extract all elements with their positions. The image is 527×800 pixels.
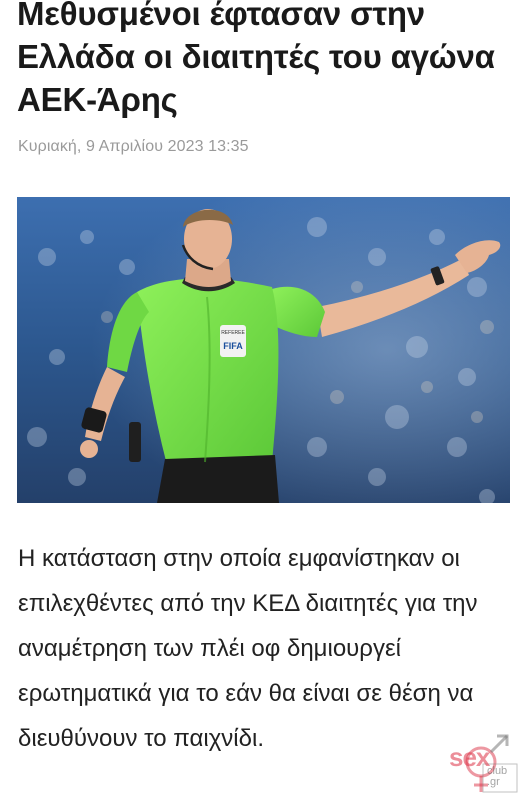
referee-photo: REFEREE FIFA bbox=[17, 197, 510, 503]
watermark-sub: club .gr bbox=[487, 766, 507, 788]
article-date: Κυριακή, 9 Απριλίου 2023 13:35 bbox=[18, 138, 249, 155]
article-photo: REFEREE FIFA bbox=[17, 197, 510, 503]
badge-fifa-text: FIFA bbox=[223, 341, 243, 351]
badge-top-text: REFEREE bbox=[221, 330, 245, 336]
site-watermark: sex club .gr bbox=[441, 726, 519, 796]
article: Μεθυσμένοι έφτασαν στην Ελλάδα οι διαιτη… bbox=[0, 0, 527, 800]
watermark-sub-line2: .gr bbox=[487, 776, 500, 788]
watermark-word: sex bbox=[449, 742, 490, 772]
article-headline: Μεθυσμένοι έφτασαν στην Ελλάδα οι διαιτη… bbox=[17, 0, 495, 118]
article-body: Η κατάσταση στην οποία εμφανίστηκαν οι ε… bbox=[18, 545, 478, 752]
